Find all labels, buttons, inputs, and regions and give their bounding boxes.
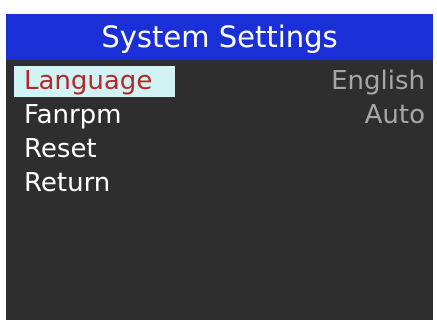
- menu-item-value: English: [331, 66, 425, 96]
- menu-item-return[interactable]: Return: [6, 166, 433, 200]
- menu-item-label: Language: [24, 66, 153, 96]
- menu-item-label: Fanrpm: [24, 100, 122, 130]
- menu-item-label: Return: [24, 168, 111, 198]
- menu-item-label: Reset: [24, 134, 97, 164]
- menu-item-fanrpm[interactable]: Fanrpm Auto: [6, 98, 433, 132]
- page-title: System Settings: [6, 14, 433, 60]
- menu-item-value: Auto: [364, 100, 425, 130]
- menu-item-reset[interactable]: Reset: [6, 132, 433, 166]
- menu-item-language[interactable]: Language English: [6, 64, 433, 98]
- settings-screen: System Settings Language English Fanrpm …: [6, 14, 433, 320]
